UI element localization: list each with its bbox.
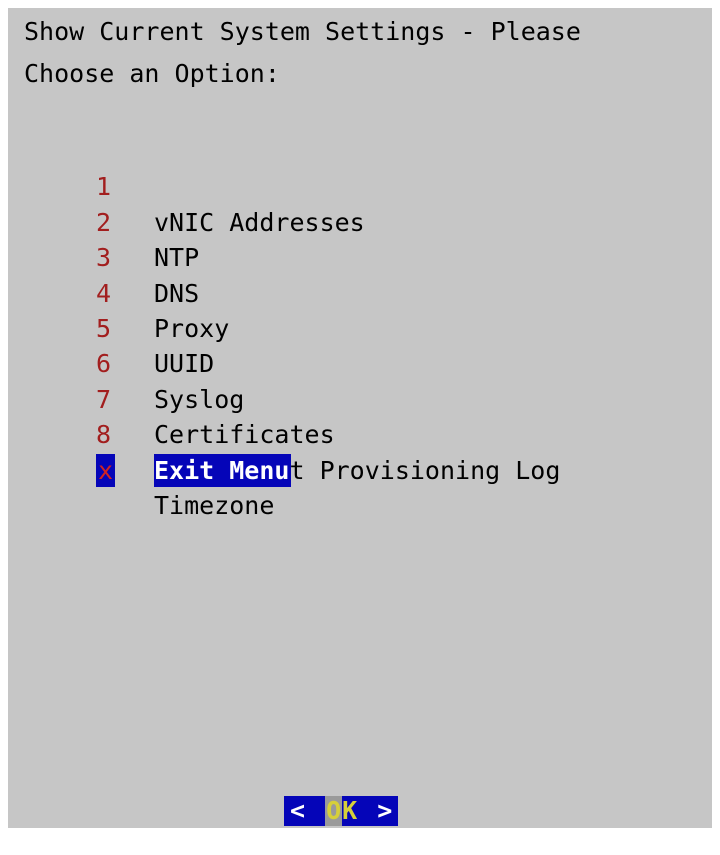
menu-item-syslog[interactable]: 6 Syslog xyxy=(96,311,244,413)
button-bar: < OK > xyxy=(284,796,399,826)
button-left-bracket: < xyxy=(290,796,306,825)
menu-item-dns[interactable]: 3 DNS xyxy=(96,205,199,307)
dialog-title-line-2: Choose an Option: xyxy=(24,59,280,88)
menu-item-key: x xyxy=(96,453,115,487)
menu-item-label: Exit Menu xyxy=(154,453,292,487)
menu-item-timezone[interactable]: 9 Timezone xyxy=(96,417,274,520)
menu-item-vnic-addresses[interactable]: 1 vNIC Addresses xyxy=(96,134,365,236)
ok-hotkey-letter: O xyxy=(325,796,343,826)
terminal-dialog: Show Current System Settings - Please Ch… xyxy=(8,8,712,828)
ok-button[interactable]: OK xyxy=(325,796,357,826)
menu-item-uuid[interactable]: 5 UUID xyxy=(96,276,214,378)
menu-item-ntp[interactable]: 2 NTP xyxy=(96,169,199,272)
menu-item-proxy[interactable]: 4 Proxy xyxy=(96,240,229,343)
menu-item-first-boot-provisioning-log[interactable]: 8 First Boot Provisioning Log xyxy=(96,382,560,484)
ok-button-label: K xyxy=(342,796,358,825)
button-right-bracket: > xyxy=(377,796,393,825)
options-menu: 1 vNIC Addresses 2 NTP 3 DNS 4 Proxy 5 U… xyxy=(96,134,560,520)
dialog-title-line-1: Show Current System Settings - Please xyxy=(24,17,581,46)
menu-item-exit-menu[interactable]: x Exit Menu xyxy=(96,453,292,488)
menu-item-certificates[interactable]: 7 Certificates xyxy=(96,346,335,449)
